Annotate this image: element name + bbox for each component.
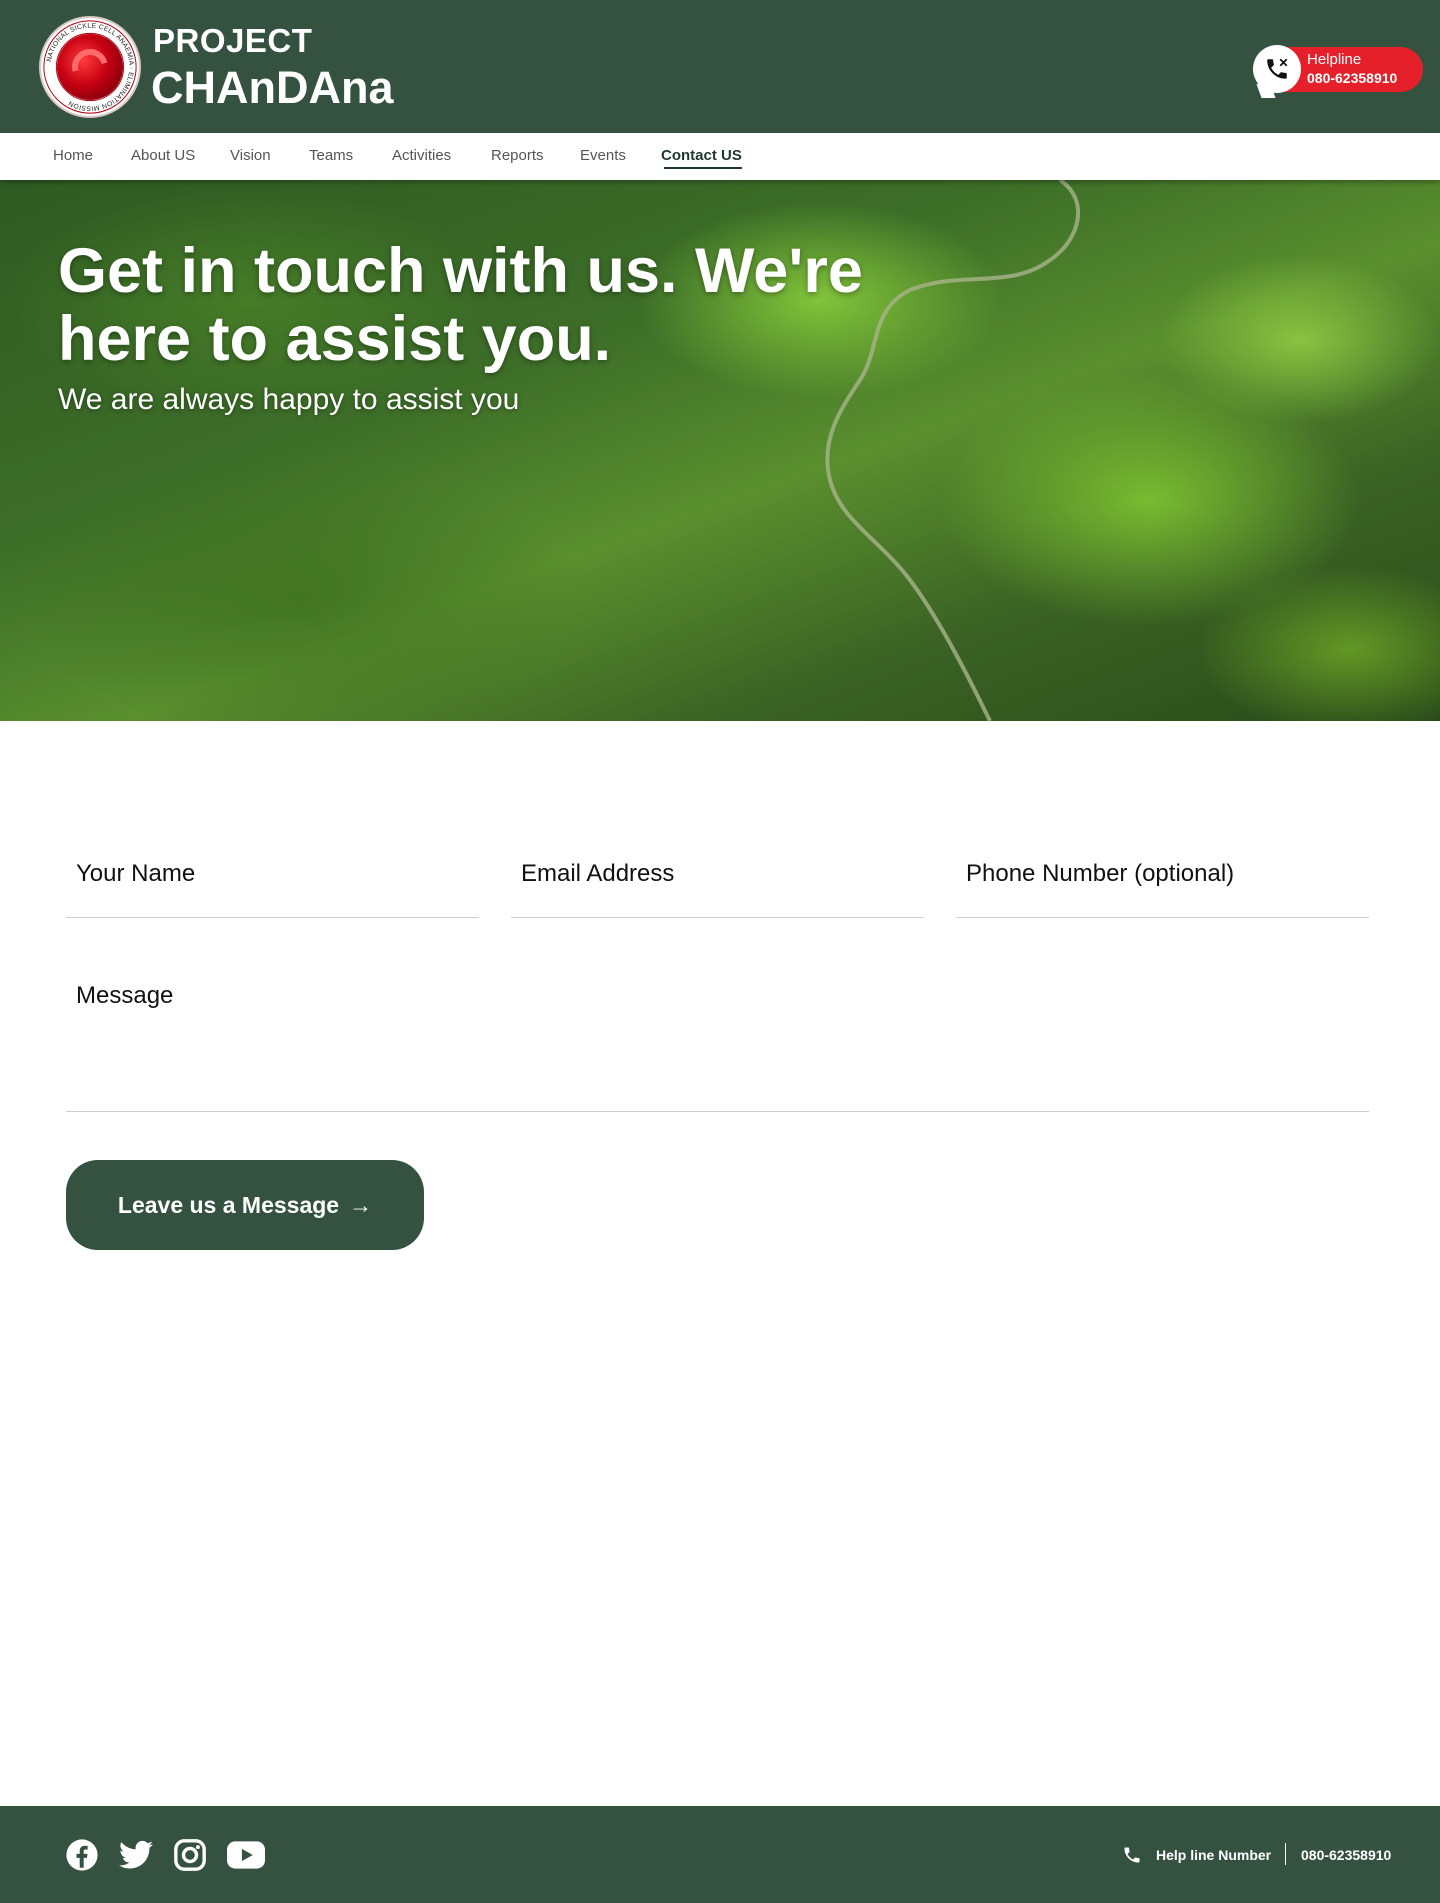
- youtube-icon[interactable]: [226, 1837, 266, 1873]
- phone-input[interactable]: [956, 830, 1369, 917]
- leave-message-label: Leave us a Message: [117, 1191, 340, 1218]
- phone-icon: [1267, 58, 1288, 79]
- main-nav: Home About US Vision Teams Activities Re…: [0, 133, 1440, 180]
- message-textarea[interactable]: [66, 962, 1369, 1111]
- leave-message-button[interactable]: Leave us a Message →: [66, 1160, 424, 1250]
- twitter-icon[interactable]: [118, 1837, 154, 1873]
- arrow-right-icon: →: [349, 1191, 373, 1218]
- brand-line-1[interactable]: PROJECT: [153, 22, 312, 60]
- nav-events[interactable]: Events: [580, 147, 626, 164]
- nav-about-us[interactable]: About US: [131, 147, 195, 164]
- footer-phone-icon: [1124, 1847, 1140, 1863]
- nav-teams[interactable]: Teams: [309, 147, 353, 164]
- phone-field-wrapper: [956, 830, 1369, 918]
- helpline-number[interactable]: 080-62358910: [1307, 70, 1397, 86]
- email-input[interactable]: [511, 830, 924, 917]
- brand-line-2[interactable]: CHAnDAna: [151, 62, 394, 114]
- email-field-wrapper: [511, 830, 924, 918]
- hero-subtitle: We are always happy to assist you: [58, 383, 520, 416]
- nav-vision[interactable]: Vision: [230, 147, 271, 164]
- mission-logo[interactable]: NATIONAL SICKLE CELL ANAEMIA · ELIMINATI…: [39, 16, 141, 118]
- nav-reports[interactable]: Reports: [491, 147, 544, 164]
- phone-chat-icon[interactable]: [1253, 45, 1301, 93]
- name-input[interactable]: [66, 830, 479, 917]
- helpline-label: Helpline: [1307, 51, 1362, 68]
- site-header: NATIONAL SICKLE CELL ANAEMIA · ELIMINATI…: [0, 0, 1440, 133]
- nav-activities[interactable]: Activities: [392, 147, 451, 164]
- footer-helpline-number[interactable]: 080-62358910: [1301, 1847, 1391, 1863]
- name-field-wrapper: [66, 830, 479, 918]
- footer-helpline-label: Help line Number: [1156, 1847, 1272, 1863]
- message-field-wrapper: [66, 962, 1369, 1112]
- instagram-icon[interactable]: [172, 1837, 208, 1873]
- nav-contact-us[interactable]: Contact US: [661, 147, 742, 169]
- footer-divider: [1285, 1843, 1286, 1865]
- facebook-icon[interactable]: [64, 1837, 100, 1873]
- hero-title: Get in touch with us. We're here to assi…: [58, 236, 863, 374]
- nav-home[interactable]: Home: [53, 147, 93, 164]
